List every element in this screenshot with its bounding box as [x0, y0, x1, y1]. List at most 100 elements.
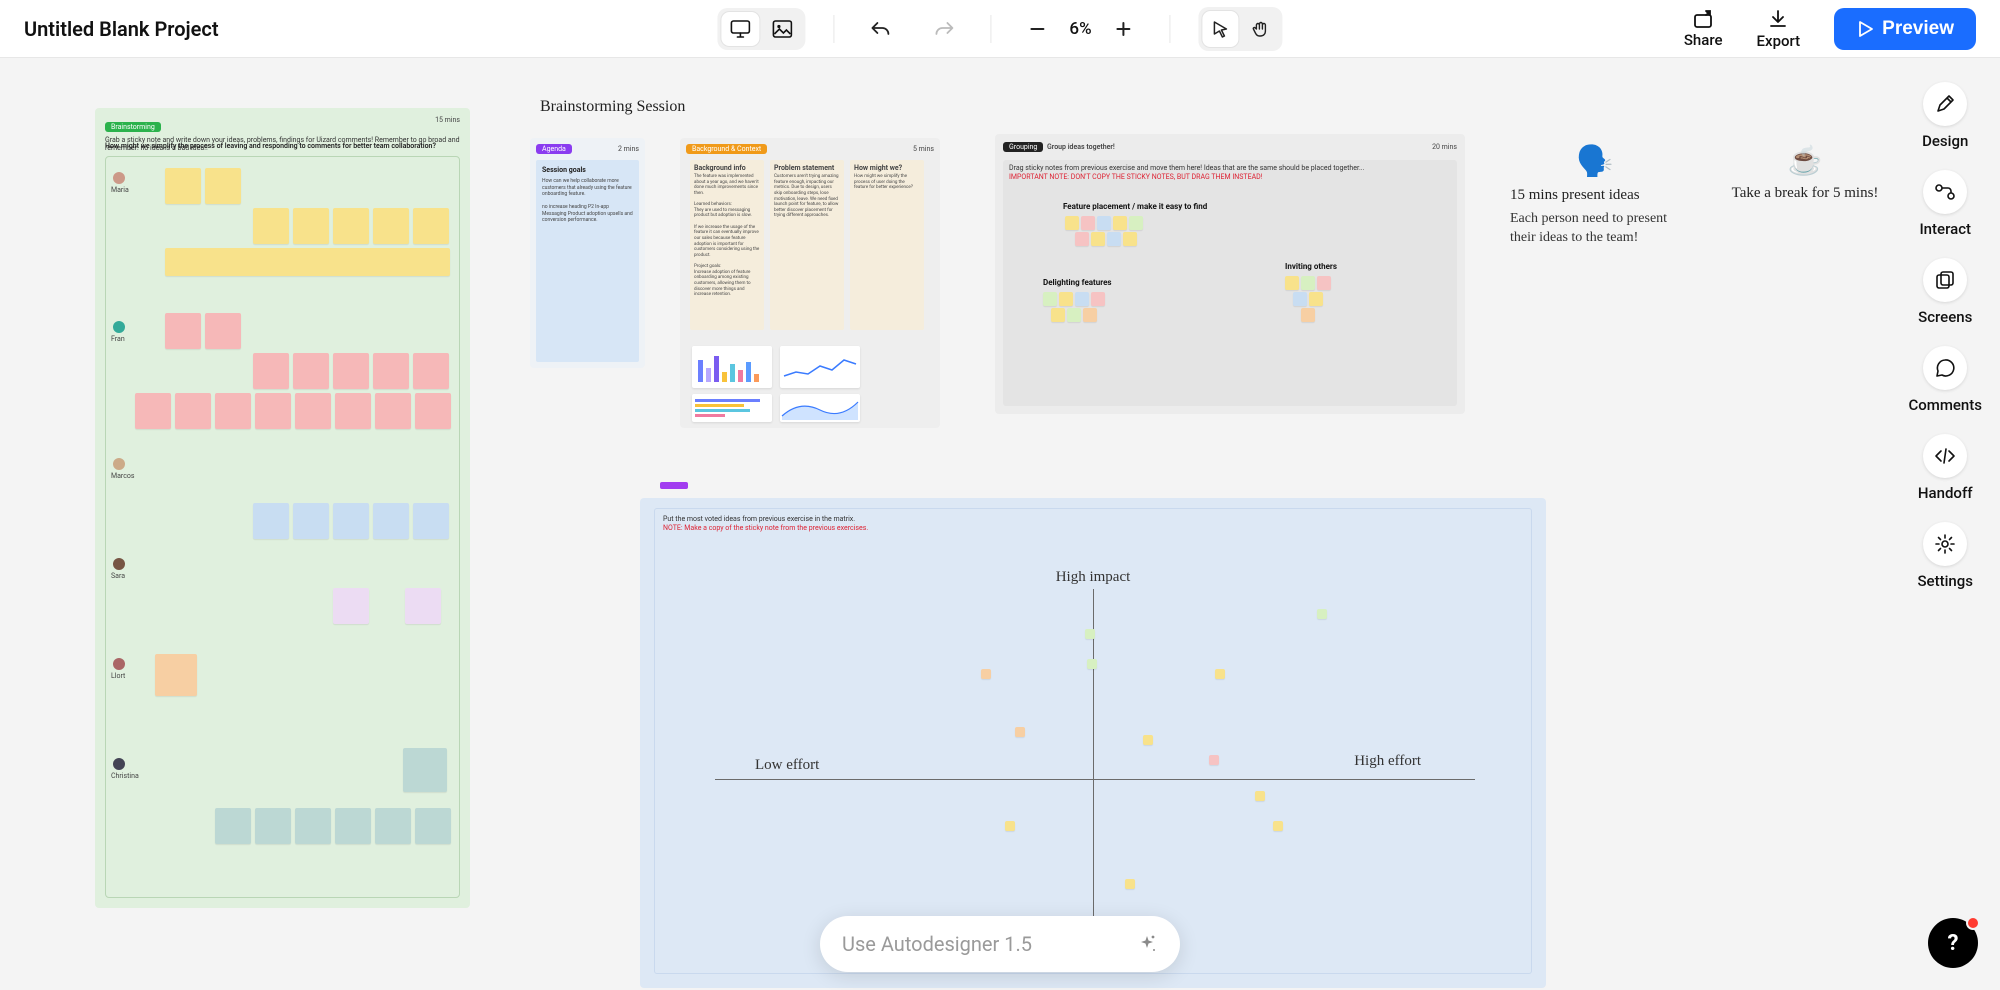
sticky-note[interactable] — [373, 353, 409, 389]
redo-button[interactable] — [926, 11, 962, 47]
sticky-note[interactable] — [1317, 276, 1331, 290]
zoom-in-button[interactable] — [1106, 11, 1142, 47]
sticky-note[interactable] — [205, 313, 241, 349]
sticky-note[interactable] — [413, 503, 449, 539]
sticky-note[interactable] — [165, 248, 450, 276]
sticky-note[interactable] — [1097, 216, 1111, 230]
sticky-note[interactable] — [1113, 216, 1127, 230]
sticky-note[interactable] — [253, 208, 289, 244]
pointer-tool[interactable] — [1203, 11, 1239, 47]
sticky-note[interactable] — [1273, 821, 1283, 831]
sticky-note[interactable] — [175, 393, 211, 429]
sticky-note[interactable] — [1059, 292, 1073, 306]
sticky-note[interactable] — [1285, 276, 1299, 290]
ctx-c2-title: Problem statement — [774, 164, 840, 172]
sticky-note[interactable] — [1083, 308, 1097, 322]
sticky-note[interactable] — [403, 748, 447, 792]
sticky-note[interactable] — [1301, 308, 1315, 322]
sticky-note[interactable] — [1293, 292, 1307, 306]
share-button[interactable]: Share — [1684, 9, 1723, 49]
sticky-note[interactable] — [1005, 821, 1015, 831]
sticky-note[interactable] — [335, 393, 371, 429]
sticky-note[interactable] — [405, 588, 441, 624]
sticky-note[interactable] — [253, 353, 289, 389]
sticky-note[interactable] — [255, 808, 291, 844]
sticky-note[interactable] — [1123, 232, 1137, 246]
sticky-note[interactable] — [135, 393, 171, 429]
sticky-note[interactable] — [1215, 669, 1225, 679]
sticky-note[interactable] — [1255, 791, 1265, 801]
sticky-note[interactable] — [165, 168, 201, 204]
sticky-note[interactable] — [165, 313, 201, 349]
top-center-tools: 6% — [717, 7, 1282, 51]
sticky-note[interactable] — [215, 808, 251, 844]
sticky-note[interactable] — [1081, 216, 1095, 230]
sticky-note[interactable] — [333, 588, 369, 624]
sticky-note[interactable] — [293, 353, 329, 389]
sticky-note[interactable] — [155, 654, 197, 696]
sticky-note[interactable] — [413, 208, 449, 244]
preview-button[interactable]: Preview — [1834, 8, 1976, 50]
separator — [990, 15, 991, 43]
sticky-note[interactable] — [1051, 308, 1065, 322]
zoom-level[interactable]: 6% — [1069, 19, 1091, 39]
sticky-note[interactable] — [373, 503, 409, 539]
sticky-note[interactable] — [1065, 216, 1079, 230]
sticky-note[interactable] — [413, 353, 449, 389]
sticky-note[interactable] — [1125, 879, 1135, 889]
help-fab[interactable]: ? — [1928, 918, 1978, 968]
sticky-note[interactable] — [373, 208, 409, 244]
hand-tool[interactable] — [1243, 11, 1279, 47]
sticky-note[interactable] — [333, 353, 369, 389]
sticky-note[interactable] — [415, 808, 451, 844]
sticky-note[interactable] — [1107, 232, 1121, 246]
sticky-note[interactable] — [333, 208, 369, 244]
agenda-board[interactable]: Agenda 2 mins Session goals How can we h… — [530, 138, 645, 368]
sticky-note[interactable] — [1075, 292, 1089, 306]
sticky-note[interactable] — [1085, 629, 1095, 639]
top-bar: Untitled Blank Project 6% — [0, 0, 2000, 58]
sticky-note[interactable] — [333, 503, 369, 539]
sticky-note[interactable] — [1301, 276, 1315, 290]
sticky-note[interactable] — [375, 393, 411, 429]
sticky-note[interactable] — [1075, 232, 1089, 246]
sticky-note[interactable] — [1091, 292, 1105, 306]
sticky-note[interactable] — [295, 393, 331, 429]
autodesigner-input[interactable]: Use Autodesigner 1.5 — [820, 916, 1180, 972]
sticky-note[interactable] — [1209, 755, 1219, 765]
sticky-note[interactable] — [293, 208, 329, 244]
sticky-note[interactable] — [1317, 609, 1327, 619]
sticky-note[interactable] — [1067, 308, 1081, 322]
sticky-note[interactable] — [415, 393, 451, 429]
project-title[interactable]: Untitled Blank Project — [24, 17, 219, 41]
brainstorm-board[interactable]: Brainstorming 15 mins Grab a sticky note… — [95, 108, 470, 908]
sticky-note[interactable] — [1091, 232, 1105, 246]
sticky-note[interactable] — [295, 808, 331, 844]
sticky-note[interactable] — [215, 393, 251, 429]
sticky-note[interactable] — [1309, 292, 1323, 306]
sticky-note[interactable] — [205, 168, 241, 204]
context-board[interactable]: Background & Context 5 mins Background i… — [680, 138, 940, 428]
desktop-view-button[interactable] — [721, 12, 759, 46]
canvas[interactable]: Brainstorming Session Brainstorming 15 m… — [0, 58, 2000, 990]
sticky-note[interactable] — [1043, 292, 1057, 306]
export-button[interactable]: Export — [1757, 8, 1801, 50]
undo-button[interactable] — [862, 11, 898, 47]
sticky-note[interactable] — [981, 669, 991, 679]
sticky-note[interactable] — [1143, 735, 1153, 745]
sticky-note[interactable] — [255, 393, 291, 429]
sticky-note[interactable] — [1087, 659, 1097, 669]
sticky-note[interactable] — [1129, 216, 1143, 230]
break-text: Take a break for 5 mins! — [1720, 185, 1890, 202]
sticky-note[interactable] — [1015, 727, 1025, 737]
ctx-c1-body: The feature was implemented about a year… — [694, 174, 760, 298]
image-view-button[interactable] — [763, 12, 801, 46]
grouping-board[interactable]: Grouping Group ideas together! 20 mins D… — [995, 134, 1465, 414]
sticky-note[interactable] — [253, 503, 289, 539]
sparkle-icon — [1136, 933, 1158, 955]
matrix-board[interactable]: Put the most voted ideas from previous e… — [640, 498, 1546, 988]
sticky-note[interactable] — [293, 503, 329, 539]
sticky-note[interactable] — [335, 808, 371, 844]
sticky-note[interactable] — [375, 808, 411, 844]
zoom-out-button[interactable] — [1019, 11, 1055, 47]
